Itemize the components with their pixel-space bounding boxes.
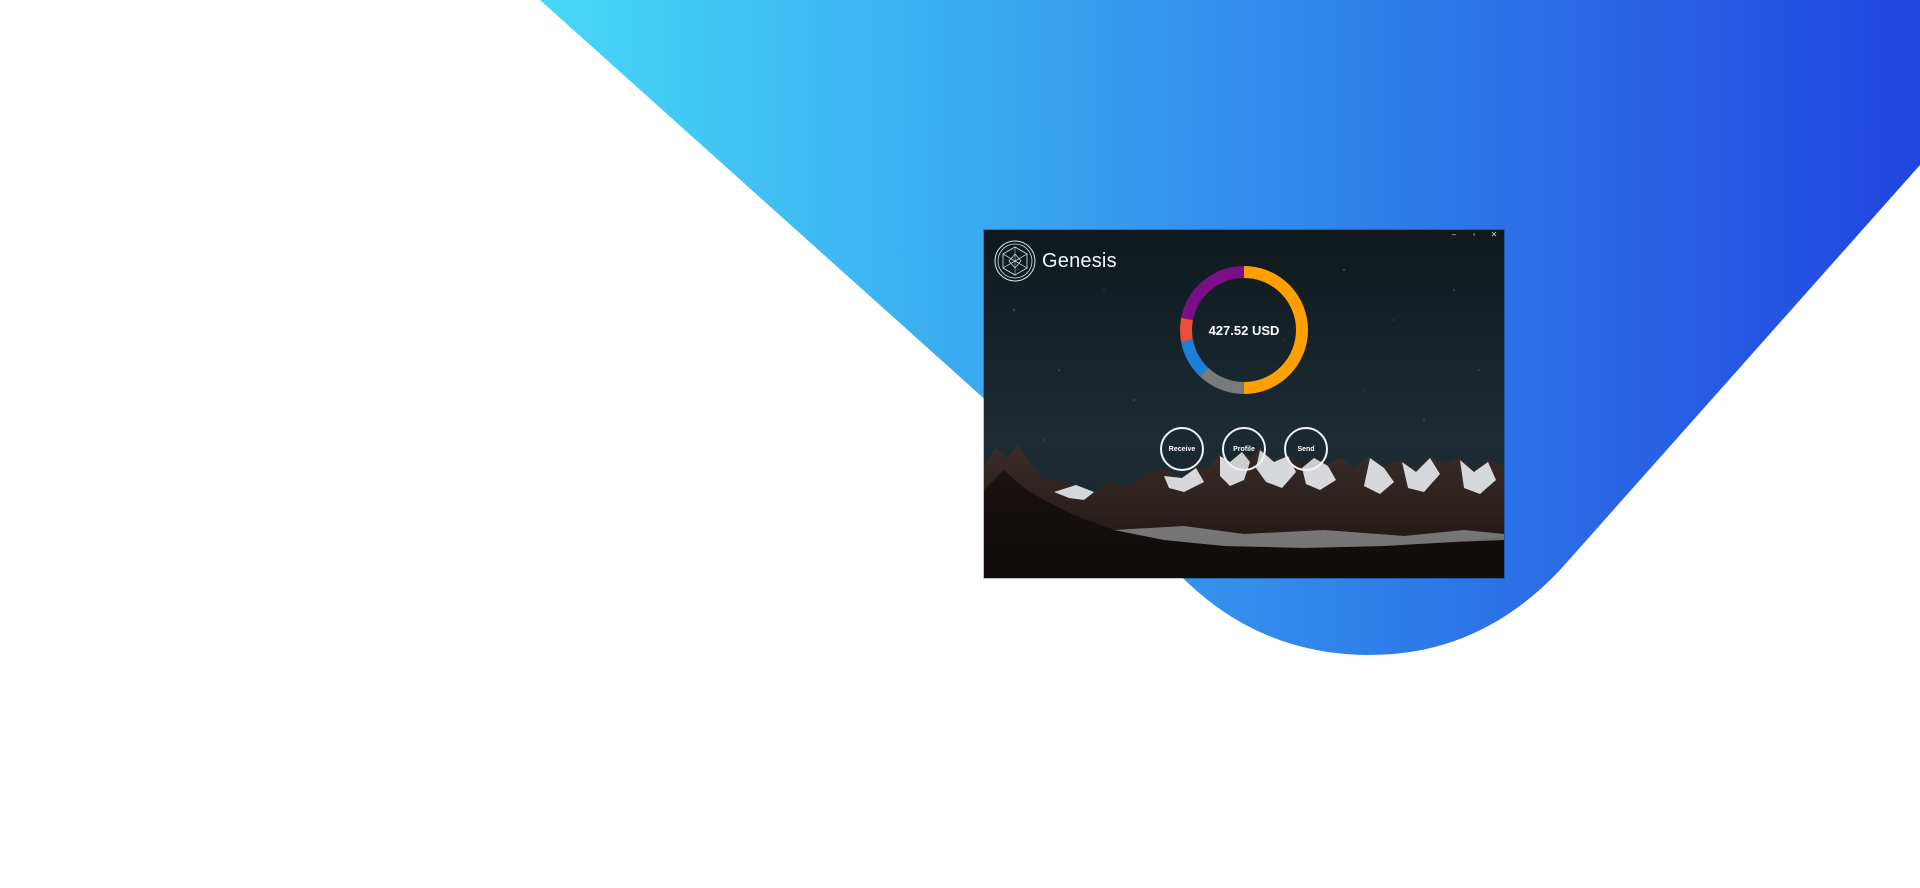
balance-value: 427.52 USD [1208, 322, 1280, 338]
app-title: Genesis [1042, 249, 1117, 272]
profile-button[interactable]: Profile [1222, 427, 1266, 471]
hexagon-crystal-logo-icon [994, 240, 1036, 282]
app-brand: Genesis [994, 240, 1117, 282]
app-window: – ▫ ✕ Genesis 427.52 USD Receive Profile… [984, 230, 1504, 578]
send-button[interactable]: Send [1284, 427, 1328, 471]
portfolio-donut-chart: 427.52 USD [1178, 264, 1310, 396]
minimize-icon[interactable]: – [1444, 230, 1464, 240]
action-buttons: Receive Profile Send [1160, 427, 1330, 471]
background-gradient-shape [540, 0, 1920, 655]
receive-button[interactable]: Receive [1160, 427, 1204, 471]
maximize-icon[interactable]: ▫ [1464, 230, 1484, 240]
close-icon[interactable]: ✕ [1484, 230, 1504, 240]
window-controls: – ▫ ✕ [1444, 230, 1504, 240]
